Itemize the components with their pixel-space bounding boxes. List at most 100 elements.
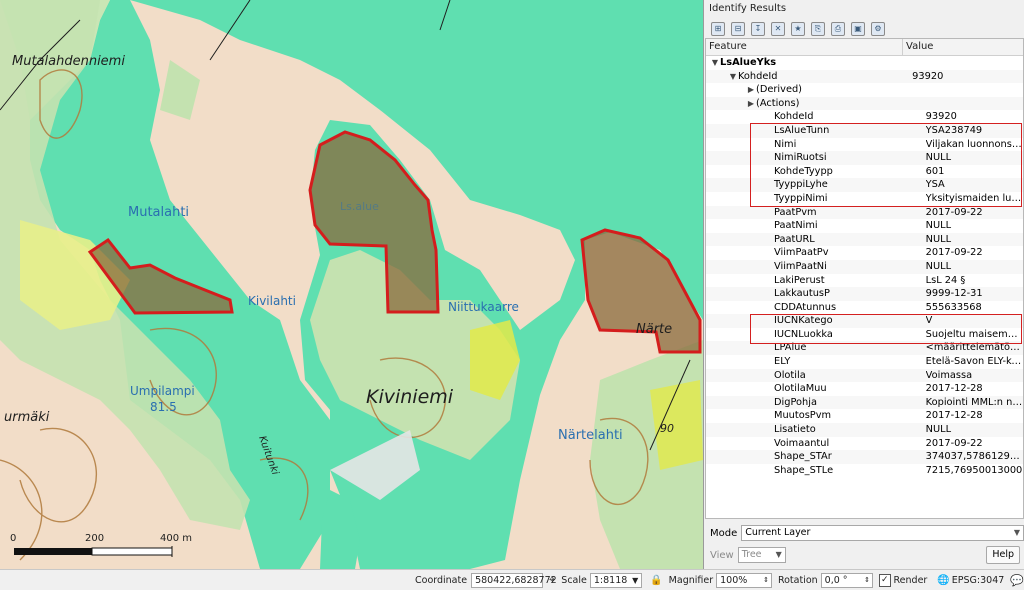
place-label-umpilampi: Umpilampi [130,384,195,398]
tree-row[interactable]: DigPohja Kopiointi MML:n numeer... [706,395,1023,410]
field-name: (Derived) [756,84,803,96]
feature-cell: Voimaantul [706,437,926,451]
tree-row[interactable]: LakiPerust LsL 24 § [706,274,1023,288]
feature-cell: ▼ LsAlueYks [706,56,905,70]
rotation-field[interactable]: 0,0 ° ⇕ [820,572,874,588]
tree-row[interactable]: OlotilaMuu 2017-12-28 [706,382,1023,396]
column-feature[interactable]: Feature [706,39,903,55]
field-value: NULL [925,424,952,436]
map-canvas[interactable]: Mutalahdenniemi Mutalahti Kivilahti Niit… [0,0,704,569]
tree-row[interactable]: PaatNimi NULL [706,219,1023,233]
tree-row[interactable]: LakkautusP 9999-12-31 [706,287,1023,301]
field-value: Yksityismaiden luonnons... [925,192,1023,204]
magnifier-field[interactable]: 100% ⇕ [716,572,772,588]
tree-row[interactable]: IUCNKatego V [706,314,1023,328]
tree-row[interactable]: KohdeId 93920 [706,110,1023,124]
column-value[interactable]: Value [903,39,933,55]
highlight-icon[interactable]: ★ [791,22,805,36]
results-tree[interactable]: Feature Value ▼ LsAlueYks ▼ KohdeId 93920 ▶ (D… [705,38,1024,519]
mode-bar: Mode Current Layer ▼ [705,524,1024,542]
feature-cell: LakiPerust [706,274,926,288]
field-value: 374037,57861299999 [925,451,1023,463]
render-checkbox[interactable]: ✓ [879,573,891,587]
area-label-partial: Ls.alue [340,200,379,213]
feature-cell: ELY [706,355,926,369]
rotation-label: Rotation [777,574,818,586]
tree-row[interactable]: MuutosPvm 2017-12-28 [706,409,1023,423]
scale-select[interactable]: 1:8118 ▼ [589,572,643,588]
messages-icon[interactable]: 💬 [1010,574,1024,587]
tree-row[interactable]: PaatURL NULL [706,232,1023,247]
tree-header: Feature Value [706,39,1023,56]
tree-row[interactable]: ELY Etelä-Savon ELY-keskus [706,355,1023,369]
tree-row[interactable]: Olotila Voimassa [706,368,1023,383]
identify-settings-icon[interactable]: ⚙ [871,22,885,36]
field-value [919,97,1023,111]
feature-cell: IUCNLuokka [706,328,926,342]
field-value: V [925,315,933,327]
feature-cell: TyyppiNimi [706,192,926,206]
view-select[interactable]: Tree ▼ [737,547,786,563]
lock-icon[interactable]: 🔒 [650,575,662,586]
field-name: IUCNLuokka [774,328,833,340]
tree-row[interactable]: Nimi Viljakan luonnonsuojelu... [706,138,1023,152]
mouse-cursor-icon[interactable]: ⌖ [549,573,555,587]
select-features-icon[interactable]: ▣ [851,22,865,36]
expand-down-icon[interactable]: ▼ [710,56,720,70]
field-value: 2017-12-28 [925,410,983,422]
field-name: LakkautusP [774,288,830,300]
expand-down-icon[interactable]: ▼ [728,70,738,84]
field-value: NULL [925,260,952,272]
view-label: View [710,549,734,561]
place-label-mutalahti: Mutalahti [128,205,190,220]
tree-row[interactable]: ▼ KohdeId 93920 [706,69,1023,84]
tree-row[interactable]: ▶ (Derived) [706,83,1023,97]
field-name: ELY [774,356,791,368]
tree-row[interactable]: ViimPaatPv 2017-09-22 [706,246,1023,260]
map-drawing [0,0,703,569]
spin-icon: ⇕ [763,575,769,584]
render-label: Render [893,574,928,586]
place-label-kivilahti: Kivilahti [248,294,296,308]
feature-cell: ▶ (Actions) [706,97,919,111]
clear-results-icon[interactable]: ✕ [771,22,785,36]
crs-icon[interactable]: 🌐 [937,575,949,586]
mode-select[interactable]: Current Layer ▼ [741,525,1024,541]
tree-row[interactable]: ViimPaatNi NULL [706,259,1023,274]
field-value: NULL [925,233,952,245]
feature-cell: KohdeTyypp [706,165,926,179]
tree-row[interactable]: KohdeTyypp 601 [706,165,1023,179]
tree-row[interactable]: NimiRuotsi NULL [706,151,1023,165]
coordinate-field[interactable]: 580422,6828772 [471,572,557,588]
tree-row[interactable]: ▼ LsAlueYks [706,56,1023,70]
help-button[interactable]: Help [986,546,1020,564]
field-name: LsAlueYks [720,57,777,68]
tree-row[interactable]: LsAlueTunn YSA238749 [706,123,1023,138]
expand-new-icon[interactable]: ↧ [751,22,765,36]
tree-row[interactable]: Voimaantul 2017-09-22 [706,437,1023,451]
tree-row[interactable]: Shape_STLe 7215,76950013000 [706,464,1023,478]
tree-row[interactable]: Shape_STAr 374037,57861299999 [706,450,1023,464]
print-icon[interactable]: ⎙ [831,22,845,36]
coordinate-label: Coordinate [415,574,468,586]
tree-row[interactable]: TyyppiNimi Yksityismaiden luonnons... [706,192,1023,206]
field-value: 9999-12-31 [925,288,983,300]
identify-toolbar: ⊞ ⊟ ↧ ✕ ★ ⎘ ⎙ ▣ ⚙ [705,18,1024,40]
field-value: 7215,76950013000 [925,464,1023,476]
tree-row[interactable]: TyyppiLyhe YSA [706,178,1023,192]
crs-label[interactable]: EPSG:3047 [952,575,1005,586]
tree-row[interactable]: LPAlue <määrittelemätön> [706,341,1023,356]
expand-tree-icon[interactable]: ⊞ [711,22,725,36]
tree-row[interactable]: IUCNLuokka Suojeltu maisema-alue [706,328,1023,342]
expand-right-icon[interactable]: ▶ [746,97,756,111]
tree-row[interactable]: PaatPvm 2017-09-22 [706,205,1023,220]
tree-row[interactable]: CDDAtunnus 555633568 [706,301,1023,315]
collapse-tree-icon[interactable]: ⊟ [731,22,745,36]
field-name: Voimaantul [774,437,830,449]
tree-row[interactable]: Lisatieto NULL [706,423,1023,437]
tree-row[interactable]: ▶ (Actions) [706,96,1023,111]
feature-cell: Shape_STAr [706,450,926,464]
copy-feature-icon[interactable]: ⎘ [811,22,825,36]
expand-right-icon[interactable]: ▶ [746,83,756,97]
feature-cell: CDDAtunnus [706,301,926,315]
